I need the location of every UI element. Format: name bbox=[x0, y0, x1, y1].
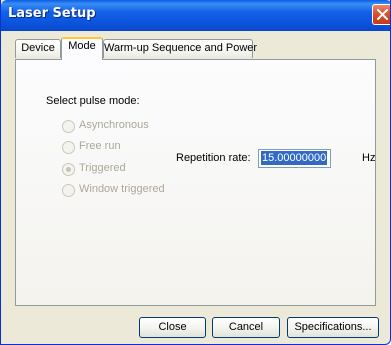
radio-asynchronous-label: Asynchronous bbox=[79, 119, 149, 131]
radio-button-selected[interactable] bbox=[62, 163, 75, 176]
close-button[interactable]: Close bbox=[139, 317, 206, 338]
radio-button[interactable] bbox=[62, 141, 75, 154]
repetition-rate-label: Repetition rate: bbox=[176, 152, 251, 164]
tab-warm-up-sequence-and-power[interactable]: Warm-up Sequence and Power bbox=[103, 39, 257, 58]
tab-device[interactable]: Device bbox=[15, 39, 61, 58]
specifications-button-label: Specifications... bbox=[294, 321, 372, 333]
cancel-button[interactable]: Cancel bbox=[212, 317, 280, 338]
tab-device-label: Device bbox=[21, 42, 55, 54]
radio-triggered-label: Triggered bbox=[79, 162, 126, 174]
tab-warm-up-label: Warm-up Sequence and Power bbox=[104, 42, 258, 54]
close-window-button[interactable] bbox=[372, 4, 390, 25]
tab-mode-label: Mode bbox=[68, 40, 96, 52]
tab-mode[interactable]: Mode bbox=[61, 37, 103, 60]
close-icon bbox=[377, 9, 388, 20]
laser-setup-dialog: Laser Setup Device Mode Warm-up Sequence… bbox=[0, 0, 391, 345]
radio-selected-dot bbox=[66, 167, 71, 172]
repetition-rate-value: 15.00000000 bbox=[261, 151, 328, 165]
radio-button[interactable] bbox=[62, 120, 75, 133]
radio-window-triggered-label: Window triggered bbox=[79, 183, 165, 195]
window-title: Laser Setup bbox=[8, 6, 96, 21]
close-button-label: Close bbox=[158, 321, 187, 333]
radio-free-run-label: Free run bbox=[79, 140, 121, 152]
select-pulse-mode-label: Select pulse mode: bbox=[46, 95, 140, 107]
repetition-rate-input[interactable]: 15.00000000 bbox=[258, 149, 331, 168]
repetition-rate-unit: Hz bbox=[362, 152, 376, 164]
title-bar[interactable]: Laser Setup bbox=[1, 0, 390, 31]
specifications-button[interactable]: Specifications... bbox=[287, 317, 379, 338]
cancel-button-label: Cancel bbox=[228, 321, 264, 333]
radio-button[interactable] bbox=[62, 184, 75, 197]
